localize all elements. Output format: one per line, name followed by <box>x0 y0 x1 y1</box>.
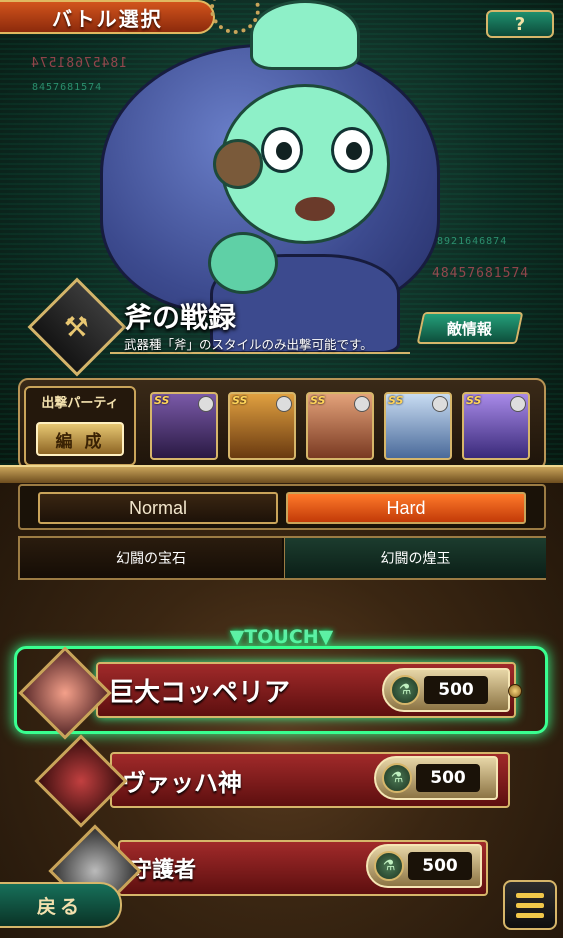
rank-badge: SS <box>232 394 248 407</box>
page-title: バトル選択 <box>0 0 215 34</box>
difficulty-hard-button[interactable]: Hard <box>286 492 526 524</box>
divider-rail <box>0 465 563 483</box>
reward-tab-orb[interactable]: 幻闘の煌玉 <box>284 538 546 578</box>
background-code: 78921646874 <box>430 236 508 247</box>
battle-cost: 500 <box>416 764 480 792</box>
enemy-info-label: 敵情報 <box>447 319 493 338</box>
axe-icon <box>432 396 448 412</box>
hamburger-icon <box>516 892 544 898</box>
back-label: 戻る <box>36 895 83 918</box>
rank-badge: SS <box>388 394 404 407</box>
battle-row-vahha[interactable]: ヴァッハ神 ⚗ 500 <box>0 734 563 828</box>
battle-name: 巨大コッペリア <box>108 677 291 708</box>
party-member-4[interactable]: SS <box>384 392 452 460</box>
hamburger-icon <box>516 902 544 908</box>
party-member-1[interactable]: SS <box>150 392 218 460</box>
party-label: 出撃パーティ <box>41 396 119 411</box>
page-title-text: バトル選択 <box>52 6 163 31</box>
background-code: 8457681574 <box>32 82 103 93</box>
battle-cost: 500 <box>424 676 488 704</box>
difficulty-normal-label: Normal <box>128 497 187 518</box>
formation-button[interactable]: 編 成 <box>36 422 124 456</box>
party-panel: 出撃パーティ 編 成 SS SS SS SS SS <box>18 378 546 470</box>
boss-thumbnail <box>34 734 128 828</box>
reward-orb-label: 幻闘の煌玉 <box>380 551 451 567</box>
reward-tabs: 幻闘の宝石 幻闘の煌玉 <box>18 536 546 580</box>
difficulty-normal-button[interactable]: Normal <box>38 492 278 524</box>
party-member-5[interactable]: SS <box>462 392 530 460</box>
stage-title: 斧の戦録 <box>124 301 237 334</box>
lp-icon: ⚗ <box>374 851 404 881</box>
rank-badge: SS <box>466 394 482 407</box>
axe-icon <box>198 396 214 412</box>
difficulty-hard-label: Hard <box>386 497 426 518</box>
hamburger-icon <box>516 912 544 918</box>
touch-indicator: ▼TOUCH▼ <box>229 626 334 648</box>
reward-tab-gem[interactable]: 幻闘の宝石 <box>20 538 282 578</box>
cost-plate: ⚗ 500 <box>374 756 498 800</box>
lp-icon: ⚗ <box>382 763 412 793</box>
boss-thumbnail <box>18 646 112 740</box>
axe-icon <box>276 396 292 412</box>
formation-label: 編 成 <box>55 431 105 452</box>
enemy-info-button[interactable]: 敵情報 <box>416 312 524 344</box>
reward-gem-label: 幻闘の宝石 <box>116 551 186 567</box>
cost-plate: ⚗ 500 <box>382 668 510 712</box>
stage-description: 武器種「斧」のスタイルのみ出撃可能です。 <box>124 337 373 352</box>
axe-icon <box>510 396 526 412</box>
difficulty-selector: Normal Hard <box>18 484 546 530</box>
axe-icon <box>354 396 370 412</box>
battle-name: ヴァッハ神 <box>122 768 242 797</box>
help-icon: ? <box>514 13 526 35</box>
help-button[interactable]: ? <box>486 10 554 38</box>
bolt-icon <box>508 684 522 698</box>
battle-cost: 500 <box>408 852 472 880</box>
menu-button[interactable] <box>503 880 557 930</box>
boss-illustration <box>100 0 440 354</box>
background-code: 48457681574 <box>432 266 530 281</box>
battle-row-coppelia[interactable]: 巨大コッペリア ⚗ 500 <box>0 646 563 740</box>
party-member-3[interactable]: SS <box>306 392 374 460</box>
battle-name: 守護者 <box>130 858 197 883</box>
party-member-2[interactable]: SS <box>228 392 296 460</box>
rank-badge: SS <box>310 394 326 407</box>
party-label-box: 出撃パーティ 編 成 <box>24 386 136 466</box>
back-button[interactable]: 戻る <box>0 882 122 928</box>
axe-icon: ⚒ <box>64 310 90 344</box>
cost-plate: ⚗ 500 <box>366 844 482 888</box>
lp-icon: ⚗ <box>390 675 420 705</box>
rank-badge: SS <box>154 394 170 407</box>
